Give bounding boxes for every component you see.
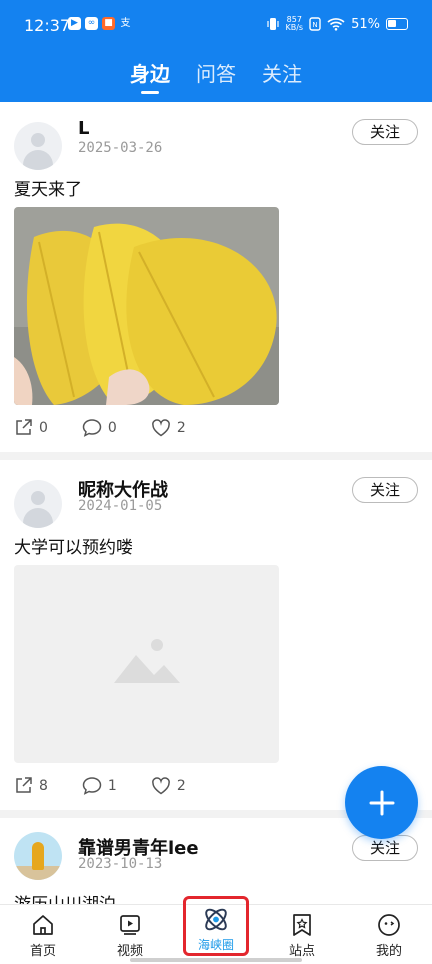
avatar-head-shape xyxy=(31,133,45,147)
nav-strait-circle[interactable]: 海峡圈 xyxy=(183,896,249,956)
like-action[interactable]: 2 xyxy=(151,418,186,437)
nav-me[interactable]: 我的 xyxy=(359,913,419,959)
vibrate-icon xyxy=(267,18,280,30)
post-card: L 2025-03-26 关注 夏天来了 0 0 2 xyxy=(0,102,432,452)
image-placeholder-icon xyxy=(114,639,180,683)
share-action[interactable]: 8 xyxy=(14,776,48,795)
like-count: 2 xyxy=(176,777,186,794)
nav-home[interactable]: 首页 xyxy=(13,913,73,959)
alipay-notification-icon: 支 xyxy=(120,18,131,29)
post-image[interactable] xyxy=(14,565,279,763)
avatar-photo-person xyxy=(32,842,44,870)
post-image[interactable] xyxy=(14,207,279,405)
nfc-icon: N xyxy=(309,17,321,31)
share-count: 8 xyxy=(39,777,48,794)
post-text: 游历山川湖泊 xyxy=(14,890,116,904)
post-username[interactable]: L xyxy=(78,118,89,139)
avatar-body-shape xyxy=(23,150,53,170)
avatar-body-shape xyxy=(23,508,53,528)
nav-site[interactable]: 站点 xyxy=(272,913,332,959)
home-indicator xyxy=(130,958,302,962)
avatar[interactable] xyxy=(14,122,62,170)
notification-icons: ▶ ∞ ■ 支 xyxy=(68,17,132,30)
share-icon xyxy=(16,419,32,435)
network-speed: 857 KB/s xyxy=(285,16,303,32)
divider xyxy=(0,452,432,460)
nav-me-label: 我的 xyxy=(375,944,402,959)
battery-percent: 51% xyxy=(351,16,380,32)
post-actions: 8 1 2 xyxy=(14,776,186,795)
follow-button[interactable]: 关注 xyxy=(352,835,418,861)
post-date: 2025-03-26 xyxy=(78,140,163,156)
face-icon xyxy=(378,914,400,936)
wifi-icon xyxy=(327,18,345,31)
add-post-button[interactable] xyxy=(345,766,418,839)
top-tabs: 身边 问答 关注 xyxy=(0,58,432,98)
home-icon xyxy=(33,915,53,935)
like-action[interactable]: 2 xyxy=(151,776,186,795)
app-header: 12:37 ▶ ∞ ■ 支 857 KB/s N 51% 身边 问答 关注 xyxy=(0,0,432,102)
tab-nearby[interactable]: 身边 xyxy=(130,58,170,94)
status-bar: 12:37 ▶ ∞ ■ 支 857 KB/s N 51% xyxy=(0,0,432,50)
link-notification-icon: ∞ xyxy=(85,17,98,30)
video-icon xyxy=(120,915,140,935)
tab-qa[interactable]: 问答 xyxy=(196,58,236,94)
play-notification-icon: ▶ xyxy=(68,17,81,30)
share-action[interactable]: 0 xyxy=(14,418,48,437)
like-count: 2 xyxy=(176,419,186,436)
star-bookmark-icon xyxy=(293,914,311,936)
comment-count: 0 xyxy=(107,419,117,436)
post-text: 大学可以预约喽 xyxy=(14,538,133,558)
comment-icon xyxy=(82,777,102,795)
app-notification-icon: ■ xyxy=(102,17,115,30)
post-text: 夏天来了 xyxy=(14,180,82,200)
nav-video[interactable]: 视频 xyxy=(100,913,160,959)
status-right: 857 KB/s N 51% xyxy=(267,16,408,32)
comment-action[interactable]: 1 xyxy=(82,776,117,795)
avatar-head-shape xyxy=(31,491,45,505)
post-card: 昵称大作战 2024-01-05 关注 大学可以预约喽 8 1 2 xyxy=(0,460,432,810)
follow-button[interactable]: 关注 xyxy=(352,477,418,503)
avatar[interactable] xyxy=(14,480,62,528)
tab-following[interactable]: 关注 xyxy=(262,58,302,94)
nav-home-label: 首页 xyxy=(29,944,56,959)
battery-icon xyxy=(386,18,408,30)
avatar[interactable] xyxy=(14,832,62,880)
comment-action[interactable]: 0 xyxy=(82,418,117,437)
follow-button[interactable]: 关注 xyxy=(352,119,418,145)
speed-unit: KB/s xyxy=(285,23,304,32)
comment-icon xyxy=(82,419,102,437)
yellow-leaves-photo xyxy=(14,207,279,405)
nav-video-label: 视频 xyxy=(116,944,143,959)
post-actions: 0 0 2 xyxy=(14,418,186,437)
comment-count: 1 xyxy=(107,777,117,794)
svg-text:N: N xyxy=(312,21,317,29)
post-date: 2023-10-13 xyxy=(78,856,163,872)
heart-icon xyxy=(151,776,170,794)
status-time: 12:37 xyxy=(24,16,71,35)
nav-site-label: 站点 xyxy=(288,944,315,959)
plus-icon xyxy=(369,790,394,815)
share-icon xyxy=(16,777,32,793)
share-count: 0 xyxy=(39,419,48,436)
nav-strait-circle-label: 海峡圈 xyxy=(197,938,234,952)
atom-icon xyxy=(205,908,227,931)
heart-icon xyxy=(151,418,170,436)
post-date: 2024-01-05 xyxy=(78,498,163,514)
